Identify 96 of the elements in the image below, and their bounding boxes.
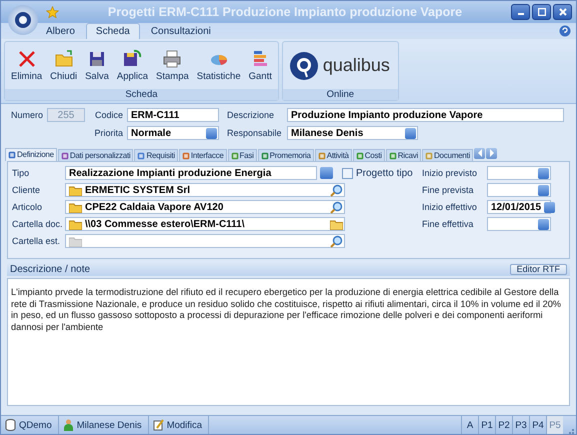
tab[interactable]: Costi bbox=[352, 149, 385, 161]
field-label: Inizio previsto bbox=[422, 168, 478, 178]
close-button[interactable] bbox=[553, 4, 572, 20]
field-label: Tipo bbox=[12, 168, 30, 178]
tab-icon bbox=[8, 150, 16, 158]
field-label: Inizio effettivo bbox=[422, 202, 478, 212]
left-arrow-icon bbox=[476, 149, 483, 157]
tab[interactable]: Ricavi bbox=[386, 149, 422, 161]
ribbon-button[interactable]: Chiudi bbox=[46, 47, 82, 84]
search-icon[interactable] bbox=[330, 184, 343, 196]
tab[interactable]: Fasi bbox=[228, 149, 257, 161]
tab[interactable]: Interfacce bbox=[178, 149, 227, 161]
description-field[interactable]: Produzione Impianto produzione Vapore bbox=[287, 108, 564, 122]
field-label: Codice bbox=[94, 110, 123, 120]
tab[interactable]: Attività bbox=[314, 149, 352, 161]
ribbon-button[interactable]: Applica bbox=[112, 47, 152, 84]
ribbon-button[interactable]: Salva bbox=[81, 47, 113, 84]
star-icon[interactable] bbox=[46, 6, 59, 18]
tab-icon bbox=[425, 152, 434, 160]
tab-icon bbox=[388, 152, 397, 160]
input-field[interactable] bbox=[65, 234, 345, 248]
person-icon bbox=[62, 419, 74, 431]
group-label: Online bbox=[282, 89, 398, 100]
close-icon bbox=[16, 49, 37, 69]
tab-icon bbox=[60, 152, 69, 160]
search-icon[interactable] bbox=[330, 234, 343, 248]
window-title: Progetti ERM-C111 Produzione Impianto produzione Vapore bbox=[106, 5, 464, 19]
status-indicator: A bbox=[461, 416, 478, 434]
status-indicator: P1 bbox=[478, 416, 495, 434]
status-indicator: P2 bbox=[495, 416, 512, 434]
status-item: Milanese Denis bbox=[58, 416, 149, 434]
input-field[interactable]: \\03 Commesse estero\ERM-C111\ bbox=[65, 217, 345, 231]
field-label: Priorita bbox=[93, 128, 123, 138]
date-field[interactable] bbox=[487, 166, 551, 180]
notes-text-area[interactable]: L'impianto prvede la termodistruzione del rifiuto ed il recupero ebergetico per la produzione di energia elettrica cedibile al Gestore della rete di Trasmissione Nazionale, e produce un residuo solido che costituisce, rispetto ai rifiuti alimentari, circa il 10% in volume ed il 20% in peso, ed un flusso gassoso sottoposto a processi di depurazione per l'efficace rimozione delle polveri e dei componenti aeriformi dannosi per l'ambiente bbox=[7, 278, 570, 406]
scroll-left-button[interactable] bbox=[474, 148, 486, 158]
status-item: QDemo bbox=[1, 416, 59, 434]
tab[interactable]: Documenti bbox=[422, 149, 474, 161]
tab-icon bbox=[356, 152, 364, 160]
maximize-button[interactable] bbox=[532, 4, 551, 20]
printer-icon bbox=[162, 49, 182, 69]
ribbon-button[interactable]: Elimina bbox=[7, 47, 46, 84]
tab[interactable]: Promemoria bbox=[258, 149, 314, 161]
input-field[interactable]: ERMETIC SYSTEM Srl bbox=[65, 183, 345, 197]
tab-icon bbox=[182, 152, 190, 160]
help-icon[interactable] bbox=[559, 25, 571, 37]
field-label: Responsabile bbox=[227, 128, 283, 138]
ribbon-button[interactable]: Gantt bbox=[244, 47, 276, 84]
type-field[interactable]: Realizzazione Impianti produzione Energia bbox=[65, 166, 317, 180]
field-label: Cliente bbox=[12, 185, 42, 195]
field-label: Fine effettiva bbox=[422, 219, 474, 229]
date-field[interactable] bbox=[487, 217, 551, 231]
folder-icon[interactable] bbox=[330, 218, 343, 230]
search-icon[interactable] bbox=[330, 200, 343, 214]
field-label: Descrizione bbox=[227, 110, 276, 120]
section-title: Descrizione / note bbox=[10, 264, 90, 275]
field-label: Cartella est. bbox=[12, 236, 62, 246]
database-icon bbox=[5, 419, 16, 431]
field-label: Fine prevista bbox=[422, 185, 475, 195]
scroll-right-button[interactable] bbox=[486, 148, 498, 158]
ribbon-button[interactable]: Stampa bbox=[152, 47, 193, 84]
tab[interactable]: Dati personalizzati bbox=[58, 149, 134, 161]
input-field[interactable]: CPE22 Caldaia Vapore AV120 bbox=[65, 200, 345, 214]
ribbon-button[interactable]: Statistiche bbox=[192, 47, 245, 84]
pencil-icon bbox=[152, 419, 164, 431]
maximize-icon bbox=[538, 8, 546, 16]
date-field[interactable] bbox=[487, 183, 551, 197]
ribbon-tab[interactable]: Consultazioni bbox=[142, 24, 220, 39]
manager-field[interactable]: Milanese Denis bbox=[287, 126, 418, 140]
tab[interactable]: Definizione bbox=[5, 148, 57, 161]
tab-icon bbox=[260, 152, 269, 160]
right-arrow-icon bbox=[488, 149, 495, 157]
floppy-icon bbox=[122, 49, 142, 69]
field-label: Numero bbox=[11, 110, 43, 120]
minimize-button[interactable] bbox=[511, 4, 530, 20]
status-indicator: P3 bbox=[512, 416, 529, 434]
priority-dropdown[interactable]: Normale bbox=[127, 126, 219, 140]
group-label: Scheda bbox=[5, 89, 278, 100]
qualibus-logo[interactable]: qualibus bbox=[284, 50, 390, 80]
field-label: Articolo bbox=[12, 202, 44, 212]
code-field[interactable]: ERM-C111 bbox=[127, 108, 219, 122]
checkbox-label: Progetto tipo bbox=[356, 168, 413, 178]
status-item: Modifica bbox=[148, 416, 210, 434]
app-logo-icon[interactable] bbox=[8, 5, 38, 35]
tab-icon bbox=[318, 152, 326, 160]
ribbon-tab[interactable]: Scheda bbox=[86, 23, 140, 39]
ribbon-tab[interactable]: Albero bbox=[37, 24, 84, 39]
tab-icon bbox=[230, 152, 239, 160]
status-indicator: P5 bbox=[546, 416, 563, 434]
checkbox[interactable] bbox=[342, 168, 353, 178]
tab[interactable]: Requisiti bbox=[134, 149, 178, 161]
field-label: Cartella doc. bbox=[12, 219, 62, 229]
tab-icon bbox=[137, 152, 146, 160]
close-icon bbox=[558, 8, 566, 16]
folder-icon bbox=[54, 49, 74, 69]
editor-button[interactable]: Editor RTF bbox=[510, 264, 567, 275]
